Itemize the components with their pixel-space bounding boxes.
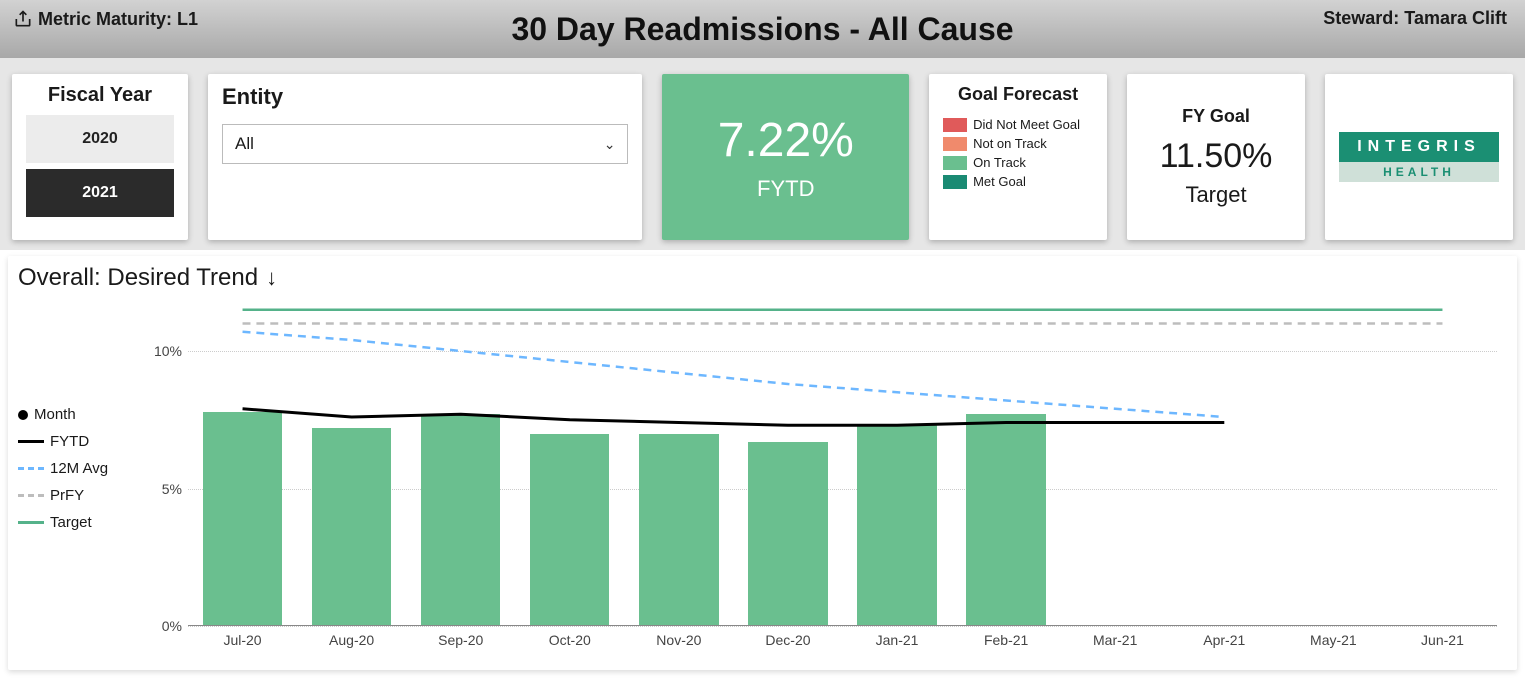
fiscal-year-title: Fiscal Year [26, 84, 174, 107]
chart-body: Month FYTD 12M Avg PrFY Target 0% 5% 10% [18, 296, 1507, 656]
fiscal-year-card: Fiscal Year 2020 2021 [12, 74, 188, 240]
legend-month: Month [18, 406, 138, 423]
y-tick: 10% [154, 343, 182, 359]
logo-top-text: INTEGRIS [1339, 132, 1499, 162]
integris-logo: INTEGRIS HEALTH [1339, 132, 1499, 182]
logo-bottom-text: HEALTH [1339, 162, 1499, 182]
forecast-swatch [943, 137, 967, 151]
x-tick: Mar-21 [1093, 632, 1137, 648]
legend-target-label: Target [50, 514, 92, 531]
forecast-swatch [943, 156, 967, 170]
kpi-value: 7.22% [718, 113, 854, 168]
legend-prfy-label: PrFY [50, 487, 84, 504]
header-left: Metric Maturity: L1 [12, 8, 198, 30]
x-tick: Aug-20 [329, 632, 374, 648]
dashboard-header: Metric Maturity: L1 30 Day Readmissions … [0, 0, 1525, 58]
fy-option-label: 2020 [82, 130, 118, 148]
chart-legend: Month FYTD 12M Avg PrFY Target [18, 296, 138, 656]
x-tick: Jan-21 [876, 632, 919, 648]
plot [188, 296, 1497, 626]
chart-bar [203, 412, 282, 627]
forecast-swatch [943, 175, 967, 189]
forecast-legend-item: On Track [943, 155, 1093, 170]
x-axis: Jul-20 Aug-20 Sep-20 Oct-20 Nov-20 Dec-20 Jan-… [188, 626, 1497, 656]
x-tick: Jun-21 [1421, 632, 1464, 648]
x-tick: Dec-20 [765, 632, 810, 648]
goal-forecast-card: Goal Forecast Did Not Meet Goal Not on Tr… [929, 74, 1107, 240]
forecast-swatch [943, 118, 967, 132]
fy-option-label: 2021 [82, 184, 118, 202]
forecast-label: Met Goal [973, 174, 1026, 189]
goal-forecast-title: Goal Forecast [943, 84, 1093, 105]
chevron-down-icon: ⌄ [604, 136, 616, 153]
y-tick: 5% [162, 481, 182, 497]
x-tick: Apr-21 [1203, 632, 1245, 648]
forecast-legend-item: Not on Track [943, 136, 1093, 151]
chart-bar [421, 414, 500, 626]
chart-bar [966, 414, 1045, 626]
x-tick: Feb-21 [984, 632, 1028, 648]
legend-prfy: PrFY [18, 487, 138, 504]
y-axis: 0%5%10% [138, 296, 188, 626]
chart-bar [748, 442, 827, 626]
x-tick: Nov-20 [656, 632, 701, 648]
legend-month-marker [18, 410, 28, 420]
kpi-label: FYTD [757, 176, 814, 202]
entity-selected-value: All [235, 134, 254, 154]
legend-target-marker [18, 521, 44, 524]
x-tick: Jul-20 [223, 632, 261, 648]
fytd-kpi-card: 7.22% FYTD [662, 74, 909, 240]
metric-maturity-label: Metric Maturity: L1 [38, 9, 198, 30]
goal-forecast-legend: Did Not Meet Goal Not on Track On Track Met… [943, 117, 1093, 193]
fy-goal-title: FY Goal [1182, 106, 1250, 127]
entity-dropdown[interactable]: All ⌄ [222, 124, 628, 164]
trend-down-icon: ↓ [266, 265, 277, 291]
chart-bar [857, 425, 936, 626]
bars-container [188, 296, 1497, 626]
legend-fytd-marker [18, 440, 44, 443]
legend-fytd: FYTD [18, 433, 138, 450]
forecast-legend-item: Met Goal [943, 174, 1093, 189]
legend-prfy-marker [18, 494, 44, 497]
trend-chart-card: Overall: Desired Trend ↓ Month FYTD 12M … [8, 256, 1517, 670]
chart-title-text: Overall: Desired Trend [18, 264, 258, 292]
legend-month-label: Month [34, 406, 76, 423]
fy-goal-card: FY Goal 11.50% Target [1127, 74, 1305, 240]
fiscal-year-option-2021[interactable]: 2021 [26, 169, 174, 217]
entity-card: Entity All ⌄ [208, 74, 642, 240]
entity-title: Entity [222, 84, 628, 110]
share-icon[interactable] [12, 8, 34, 30]
x-tick: Oct-20 [549, 632, 591, 648]
plot-area: 0% 5% 10% Jul-20 Aug-20 Sep-20 Oct-20 Nov-20 De… [138, 296, 1507, 656]
legend-12mavg-label: 12M Avg [50, 460, 108, 477]
steward-label: Steward: Tamara Clift [1323, 8, 1507, 29]
x-tick: Sep-20 [438, 632, 483, 648]
legend-target: Target [18, 514, 138, 531]
forecast-label: Not on Track [973, 136, 1047, 151]
forecast-label: On Track [973, 155, 1026, 170]
page-title: 30 Day Readmissions - All Cause [511, 11, 1013, 48]
forecast-legend-item: Did Not Meet Goal [943, 117, 1093, 132]
y-tick: 0% [162, 618, 182, 634]
legend-fytd-label: FYTD [50, 433, 89, 450]
chart-bar [530, 434, 609, 627]
logo-card: INTEGRIS HEALTH [1325, 74, 1513, 240]
fiscal-year-option-2020[interactable]: 2020 [26, 115, 174, 163]
x-tick: May-21 [1310, 632, 1357, 648]
legend-12mavg: 12M Avg [18, 460, 138, 477]
chart-bar [639, 434, 718, 627]
legend-12mavg-marker [18, 467, 44, 470]
forecast-label: Did Not Meet Goal [973, 117, 1080, 132]
fy-goal-value: 11.50% [1160, 137, 1273, 176]
kpi-row: Fiscal Year 2020 2021 Entity All ⌄ 7.22%… [0, 58, 1525, 250]
chart-bar [312, 428, 391, 626]
chart-title: Overall: Desired Trend ↓ [18, 264, 1507, 292]
fy-goal-label: Target [1185, 182, 1246, 208]
